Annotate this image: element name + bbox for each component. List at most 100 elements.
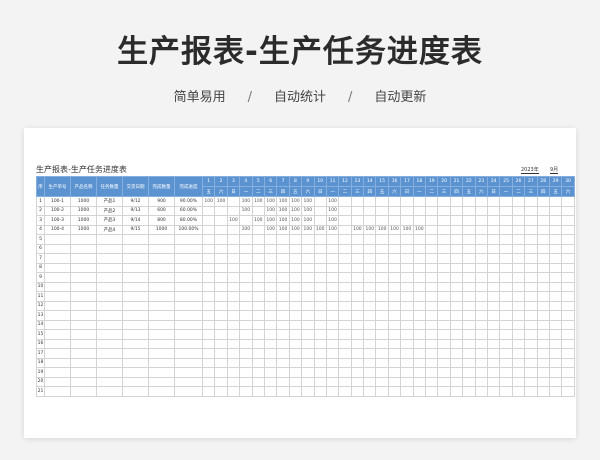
cell-empty[interactable] bbox=[425, 262, 439, 273]
cell-empty[interactable] bbox=[276, 348, 290, 359]
cell-daily[interactable]: 100 bbox=[251, 196, 265, 207]
cell-empty[interactable] bbox=[474, 329, 489, 340]
cell-empty[interactable] bbox=[288, 357, 303, 368]
cell-empty[interactable] bbox=[70, 281, 97, 292]
cell-empty[interactable] bbox=[325, 243, 340, 254]
cell-empty[interactable] bbox=[313, 338, 327, 349]
cell-empty[interactable] bbox=[263, 338, 278, 349]
cell-daily[interactable]: 100 bbox=[313, 224, 327, 235]
cell-empty[interactable] bbox=[387, 262, 402, 273]
cell-daily[interactable] bbox=[449, 205, 464, 216]
cell-empty[interactable] bbox=[524, 357, 538, 368]
cell-empty[interactable] bbox=[425, 319, 439, 330]
cell-empty[interactable] bbox=[511, 329, 526, 340]
cell-empty[interactable] bbox=[561, 243, 575, 254]
cell-daily[interactable] bbox=[226, 196, 241, 207]
cell-empty[interactable] bbox=[511, 357, 526, 368]
cell-empty[interactable] bbox=[301, 329, 315, 340]
cell-empty[interactable] bbox=[462, 291, 476, 302]
cell-daily[interactable]: 100 bbox=[251, 215, 265, 226]
cell-empty[interactable] bbox=[214, 281, 228, 292]
cell-empty[interactable] bbox=[122, 262, 149, 273]
cell-empty[interactable] bbox=[263, 348, 278, 359]
cell-empty[interactable] bbox=[301, 376, 315, 387]
cell-empty[interactable] bbox=[174, 319, 203, 330]
cell-empty[interactable] bbox=[449, 329, 464, 340]
cell-empty[interactable] bbox=[524, 319, 538, 330]
cell-no[interactable]: 5 bbox=[36, 234, 45, 245]
cell-order[interactable]: 100-3 bbox=[44, 215, 71, 226]
cell-empty[interactable] bbox=[239, 386, 253, 397]
cell-no[interactable]: 11 bbox=[36, 291, 45, 302]
cell-empty[interactable] bbox=[276, 310, 290, 321]
cell-empty[interactable] bbox=[449, 338, 464, 349]
cell-empty[interactable] bbox=[548, 262, 563, 273]
cell-empty[interactable] bbox=[325, 367, 340, 378]
cell-empty[interactable] bbox=[44, 272, 71, 283]
cell-empty[interactable] bbox=[263, 329, 278, 340]
cell-empty[interactable] bbox=[251, 357, 265, 368]
cell-daily[interactable]: 100 bbox=[350, 224, 365, 235]
cell-empty[interactable] bbox=[276, 338, 290, 349]
cell-empty[interactable] bbox=[511, 338, 526, 349]
cell-empty[interactable] bbox=[548, 348, 563, 359]
cell-empty[interactable] bbox=[486, 234, 501, 245]
cell-empty[interactable] bbox=[412, 262, 427, 273]
cell-order[interactable]: 100-2 bbox=[44, 205, 71, 216]
cell-empty[interactable] bbox=[263, 367, 278, 378]
cell-empty[interactable] bbox=[226, 338, 241, 349]
cell-daily[interactable]: 100 bbox=[412, 224, 427, 235]
cell-empty[interactable] bbox=[148, 253, 175, 264]
cell-empty[interactable] bbox=[499, 367, 513, 378]
cell-daily[interactable] bbox=[462, 205, 476, 216]
cell-empty[interactable] bbox=[148, 319, 175, 330]
cell-empty[interactable] bbox=[226, 376, 241, 387]
cell-daily[interactable] bbox=[387, 215, 402, 226]
cell-empty[interactable] bbox=[44, 338, 71, 349]
cell-empty[interactable] bbox=[363, 376, 377, 387]
cell-empty[interactable] bbox=[474, 300, 489, 311]
cell-empty[interactable] bbox=[412, 243, 427, 254]
cell-empty[interactable] bbox=[263, 234, 278, 245]
cell-empty[interactable] bbox=[201, 386, 216, 397]
cell-empty[interactable] bbox=[251, 253, 265, 264]
cell-empty[interactable] bbox=[449, 291, 464, 302]
cell-empty[interactable] bbox=[486, 386, 501, 397]
cell-empty[interactable] bbox=[174, 234, 203, 245]
cell-empty[interactable] bbox=[276, 357, 290, 368]
cell-empty[interactable] bbox=[239, 319, 253, 330]
cell-empty[interactable] bbox=[301, 367, 315, 378]
cell-empty[interactable] bbox=[338, 291, 352, 302]
cell-empty[interactable] bbox=[425, 291, 439, 302]
cell-empty[interactable] bbox=[122, 291, 149, 302]
cell-daily[interactable]: 100 bbox=[301, 215, 315, 226]
cell-empty[interactable] bbox=[201, 243, 216, 254]
cell-empty[interactable] bbox=[239, 253, 253, 264]
cell-empty[interactable] bbox=[325, 376, 340, 387]
cell-empty[interactable] bbox=[511, 243, 526, 254]
cell-empty[interactable] bbox=[174, 357, 203, 368]
cell-empty[interactable] bbox=[148, 376, 175, 387]
cell-empty[interactable] bbox=[338, 262, 352, 273]
cell-empty[interactable] bbox=[226, 367, 241, 378]
cell-empty[interactable] bbox=[44, 291, 71, 302]
cell-empty[interactable] bbox=[548, 272, 563, 283]
cell-empty[interactable] bbox=[263, 300, 278, 311]
cell-empty[interactable] bbox=[561, 300, 575, 311]
cell-daily[interactable] bbox=[486, 215, 501, 226]
cell-empty[interactable] bbox=[524, 243, 538, 254]
cell-empty[interactable] bbox=[350, 376, 365, 387]
cell-empty[interactable] bbox=[511, 386, 526, 397]
cell-empty[interactable] bbox=[122, 376, 149, 387]
cell-empty[interactable] bbox=[276, 243, 290, 254]
cell-empty[interactable] bbox=[412, 376, 427, 387]
cell-empty[interactable] bbox=[251, 234, 265, 245]
cell-no[interactable]: 21 bbox=[36, 386, 45, 397]
cell-empty[interactable] bbox=[214, 386, 228, 397]
cell-empty[interactable] bbox=[387, 253, 402, 264]
cell-empty[interactable] bbox=[201, 367, 216, 378]
cell-empty[interactable] bbox=[363, 272, 377, 283]
cell-empty[interactable] bbox=[148, 291, 175, 302]
cell-empty[interactable] bbox=[375, 338, 389, 349]
cell-empty[interactable] bbox=[70, 310, 97, 321]
